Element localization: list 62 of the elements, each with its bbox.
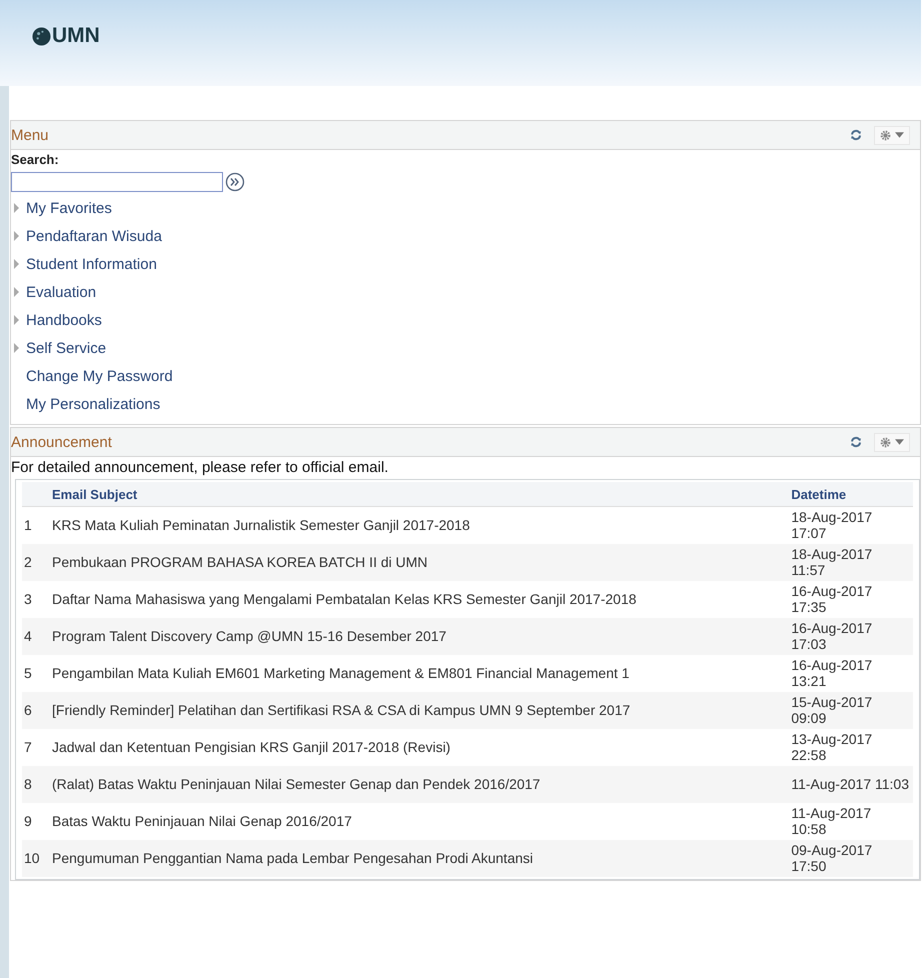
table-cell: 11-Aug-2017 10:58 — [787, 802, 913, 840]
menu-link[interactable]: Self Service — [26, 340, 106, 356]
table-cell: 15-Aug-2017 09:09 — [787, 692, 913, 728]
row-number: 5 — [22, 654, 48, 692]
menu-link[interactable]: Handbooks — [26, 312, 102, 328]
table-cell: Program Talent Discovery Camp @UMN 15-16 Desember 2017 — [48, 618, 788, 654]
menu-link[interactable]: Evaluation — [26, 284, 96, 300]
table-cell: 16-Aug-2017 17:35 — [787, 580, 913, 618]
row-number: 4 — [22, 618, 48, 654]
table-cell: 11-Aug-2017 11:03 — [787, 766, 913, 802]
table-cell: 18-Aug-2017 11:57 — [787, 544, 913, 580]
table-cell: [Friendly Reminder] Pelatihan dan Sertifikasi RSA & CSA di Kampus UMN 9 September 2017 — [48, 692, 788, 728]
row-number: 3 — [22, 580, 48, 618]
table-cell: 16-Aug-2017 17:03 — [787, 618, 913, 654]
table-cell: Jadwal dan Ketentuan Pengisian KRS Ganjil 2017-2018 (Revisi) — [48, 728, 788, 766]
refresh-icon[interactable] — [850, 436, 862, 448]
column-header: Email Subject — [48, 482, 788, 506]
expand-arrow-icon[interactable] — [14, 343, 19, 353]
expand-arrow-icon[interactable] — [14, 287, 19, 297]
panel-title: Announcement — [11, 434, 112, 450]
logo-text: UMN — [52, 24, 100, 48]
table-cell: Daftar Nama Mahasiswa yang Mengalami Pembatalan Kelas KRS Semester Ganjil 2017-2018 — [48, 580, 788, 618]
settings-icon — [880, 130, 891, 140]
settings-icon — [880, 436, 891, 448]
table-cell: 16-Aug-2017 13:21 — [787, 654, 913, 692]
expand-arrow-icon[interactable] — [14, 315, 19, 325]
table-cell: Pengambilan Mata Kuliah EM601 Marketing Management & EM801 Financial Management 1 — [48, 654, 788, 692]
menu-link[interactable]: My Personalizations — [26, 396, 160, 412]
table-cell: Pembukaan PROGRAM BAHASA KOREA BATCH II di UMN — [48, 544, 788, 580]
table-cell: (Ralat) Batas Waktu Peninjauan Nilai Semester Genap dan Pendek 2016/2017 — [48, 766, 788, 802]
row-number: 10 — [22, 840, 48, 876]
table-cell: 13-Aug-2017 22:58 — [787, 728, 913, 766]
caret-icon — [895, 439, 904, 445]
table-cell: 09-Aug-2017 17:50 — [787, 840, 913, 876]
caret-icon — [895, 132, 904, 138]
row-number: 7 — [22, 728, 48, 766]
row-number: 6 — [22, 692, 48, 728]
row-number: 2 — [22, 544, 48, 580]
panel-title: Menu — [11, 126, 49, 144]
table-cell: KRS Mata Kuliah Peminatan Jurnalistik Semester Ganjil 2017-2018 — [48, 506, 788, 544]
column-header: Datetime — [787, 482, 913, 506]
refresh-icon[interactable] — [850, 129, 862, 141]
row-number: 8 — [22, 766, 48, 802]
search-go-icon[interactable] — [225, 172, 245, 192]
globe-icon — [32, 26, 51, 46]
table-cell: 18-Aug-2017 17:07 — [787, 506, 913, 544]
row-number: 1 — [22, 506, 48, 544]
expand-arrow-icon[interactable] — [14, 231, 19, 241]
announcement-note: For detailed announcement, please refer to official email. — [11, 458, 390, 478]
expand-arrow-icon[interactable] — [14, 259, 19, 269]
menu-link[interactable]: Student Information — [26, 256, 157, 272]
search-label: Search: — [11, 152, 60, 169]
menu-link[interactable]: Change My Password — [26, 368, 173, 384]
expand-arrow-icon[interactable] — [14, 203, 19, 213]
table-cell: Batas Waktu Peninjauan Nilai Genap 2016/2017 — [48, 802, 788, 840]
row-number: 9 — [22, 802, 48, 840]
table-cell: Pengumuman Penggantian Nama pada Lembar Pengesahan Prodi Akuntansi — [48, 840, 788, 876]
search-field[interactable] — [11, 172, 223, 192]
settings-menu-button[interactable] — [874, 126, 910, 144]
menu-link[interactable]: Pendaftaran Wisuda — [26, 228, 162, 244]
menu-link[interactable]: My Favorites — [26, 200, 112, 216]
settings-menu-button[interactable] — [874, 432, 910, 452]
